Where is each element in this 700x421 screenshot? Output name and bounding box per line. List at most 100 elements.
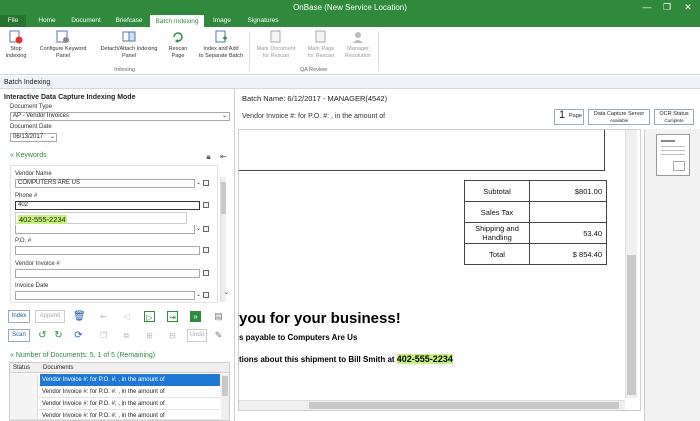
keyword-scrollbar[interactable]: [220, 177, 226, 302]
document-date-field[interactable]: 06/13/2017 ⌄: [10, 133, 57, 142]
tab-image[interactable]: Image: [206, 15, 238, 27]
table-row[interactable]: Vendor Invoice #: for P.O. #: , in the a…: [10, 398, 220, 410]
section-title: Batch Indexing: [0, 76, 700, 89]
window-title: OnBase (New Service Location): [293, 3, 407, 12]
stop-indexing-icon: [9, 30, 23, 44]
document-page-icon[interactable]: ▤: [213, 311, 224, 322]
tab-signatures[interactable]: Signatures: [240, 15, 286, 27]
previous-page-icon[interactable]: ◁: [121, 311, 132, 322]
index-button[interactable]: Index: [8, 310, 30, 323]
delete-icon[interactable]: 🗑︎: [73, 311, 86, 322]
ribbon-tabs: File Home Document Briefcase Batch Index…: [0, 15, 700, 27]
mark-page-rescan-button[interactable]: Mark Page for Rescan: [303, 30, 339, 59]
payable-text: s payable to Computers Are Us: [239, 333, 358, 342]
scrollbar-thumb[interactable]: [627, 255, 636, 395]
merge-page-icon[interactable]: ⊟: [167, 330, 178, 341]
table-row[interactable]: Vendor Invoice #: for P.O. #: , in the a…: [10, 386, 220, 398]
invoice-date-field[interactable]: [15, 291, 195, 300]
phone-second-field[interactable]: [15, 225, 195, 234]
keyword-options-icon[interactable]: [203, 180, 209, 186]
viewer-horizontal-scrollbar[interactable]: [239, 400, 625, 410]
tab-batch-indexing[interactable]: Batch Indexing: [150, 15, 204, 27]
table-row: Shipping and Handling 53.40: [464, 222, 607, 244]
mark-document-rescan-button[interactable]: Mark Document for Rescan: [251, 30, 301, 59]
tab-file[interactable]: File: [0, 15, 26, 27]
keyword-options-icon[interactable]: [203, 292, 209, 298]
expand-down-icon[interactable]: ⌄: [196, 179, 201, 186]
table-row[interactable]: Vendor Invoice #: for P.O. #: , in the a…: [10, 410, 220, 420]
row-status: [10, 386, 38, 398]
rotate-left-icon[interactable]: ↺: [37, 330, 48, 341]
data-capture-server-status[interactable]: Data Capture Server Available: [588, 109, 650, 125]
invoice-date-label: Invoice Date: [15, 283, 49, 289]
split-page-icon[interactable]: ⊞: [144, 330, 155, 341]
close-button[interactable]: ✕: [682, 1, 694, 13]
minimize-button[interactable]: —: [641, 1, 653, 13]
keywords-header[interactable]: « Keywords: [10, 152, 47, 159]
ribbon: Stop Indexing Configure Keyword Panel De…: [0, 27, 700, 75]
stop-indexing-button[interactable]: Stop Indexing: [2, 30, 30, 59]
last-page-icon[interactable]: ⇥: [167, 311, 178, 322]
ribbon-separator: [249, 31, 250, 71]
keyword-options-icon[interactable]: [203, 202, 209, 208]
move-page-icon[interactable]: ⧉: [121, 330, 132, 341]
document-type-select[interactable]: AP - Vendor Invoices ⌄: [10, 112, 230, 121]
vendor-invoice-field[interactable]: [15, 269, 200, 278]
first-page-icon[interactable]: ⇤: [98, 311, 109, 322]
vendor-name-field[interactable]: COMPUTERS ARE US: [15, 179, 195, 188]
copy-page-icon[interactable]: ❐: [98, 330, 109, 341]
scrollbar-thumb[interactable]: [222, 376, 228, 396]
scrollbar-thumb[interactable]: [221, 182, 226, 214]
keyword-options-icon[interactable]: [203, 226, 209, 232]
edit-document-icon[interactable]: ✎: [213, 330, 224, 341]
append-button[interactable]: Append: [35, 310, 65, 323]
page-border: [239, 170, 605, 171]
questions-text: tions about this shipment to Bill Smith …: [239, 354, 453, 364]
phone-suggestion[interactable]: 402-555-2234: [15, 212, 187, 224]
next-document-icon[interactable]: »: [190, 311, 201, 322]
rotate-right-icon[interactable]: ↻: [53, 330, 64, 341]
scan-button[interactable]: Scan: [8, 329, 30, 342]
keyword-options-icon[interactable]: [203, 270, 209, 276]
documents-header[interactable]: « Number of Documents: 5, 1 of 5 (Remain…: [10, 352, 155, 359]
tab-briefcase[interactable]: Briefcase: [108, 15, 150, 27]
documents-grid: Status Documents Vendor Invoice #: for P…: [9, 362, 230, 421]
document-image[interactable]: Subtotal $801.00 Sales Tax Shipping and H…: [238, 129, 641, 411]
thumbnail-line: [661, 140, 675, 142]
thumbnail-table: [673, 161, 685, 171]
keyword-options-icon[interactable]: [203, 247, 209, 253]
lock-icon[interactable]: 🔒︎: [203, 151, 214, 162]
index-add-separate-batch-button[interactable]: Index and Add to Separate Batch: [195, 30, 247, 59]
restore-button[interactable]: ❐: [661, 1, 673, 13]
phone-field[interactable]: 402: [15, 201, 200, 210]
configure-panel-icon: [56, 30, 69, 43]
tab-document[interactable]: Document: [66, 15, 106, 27]
expand-down-icon[interactable]: ⌄: [196, 291, 201, 298]
rescan-page-button[interactable]: Rescan Page: [165, 30, 191, 59]
thumbnail-line: [661, 146, 685, 147]
next-page-icon[interactable]: ▷: [144, 311, 155, 322]
page-counter: 1 Page: [554, 109, 584, 125]
row-status: [10, 398, 38, 410]
scroll-down-icon[interactable]: ⌄: [224, 289, 229, 296]
tab-home[interactable]: Home: [30, 15, 64, 27]
table-row: Sales Tax: [464, 201, 607, 223]
configure-keyword-panel-button[interactable]: Configure Keyword Panel: [34, 30, 92, 59]
invoice-totals-table: Subtotal $801.00 Sales Tax Shipping and H…: [464, 180, 607, 265]
expand-down-icon[interactable]: ⌄: [196, 225, 201, 232]
manager-resolution-button[interactable]: Manager Resolution: [340, 30, 376, 59]
grid-scrollbar[interactable]: [221, 374, 229, 420]
vendor-invoice-label: Vendor Invoice #: [15, 261, 60, 267]
detach-attach-panel-button[interactable]: Detach/Attach Indexing Panel: [95, 30, 163, 59]
ribbon-separator: [378, 31, 379, 71]
collapse-panel-icon[interactable]: ⇤: [218, 151, 229, 162]
undo-button[interactable]: Undo: [187, 329, 207, 342]
page-thumbnail[interactable]: [656, 134, 690, 176]
ocr-status[interactable]: OCR Status Complete: [654, 109, 694, 125]
table-row[interactable]: Vendor Invoice #: for P.O. #: , in the a…: [10, 374, 220, 386]
po-field[interactable]: [15, 246, 200, 255]
column-status: Status: [13, 365, 31, 371]
scrollbar-thumb[interactable]: [309, 402, 619, 409]
refresh-icon[interactable]: ⟳: [73, 330, 84, 341]
viewer-vertical-scrollbar[interactable]: [625, 130, 637, 398]
